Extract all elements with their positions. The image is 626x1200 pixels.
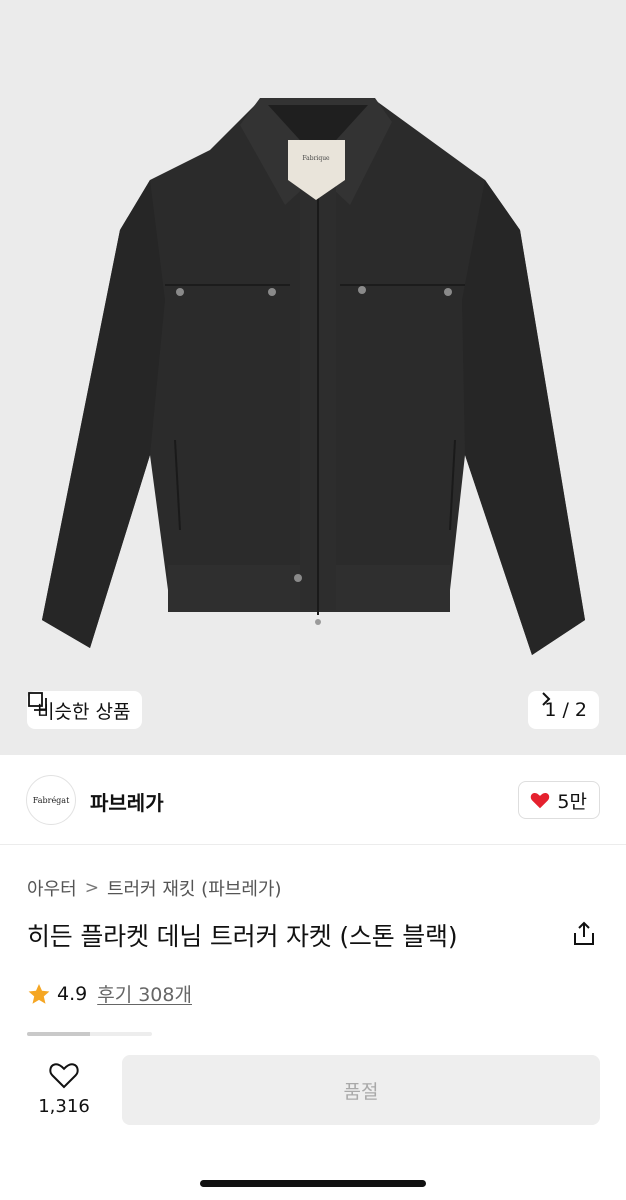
brand-like-count: 5만	[557, 790, 587, 813]
wishlist-count: 1,316	[38, 1096, 90, 1117]
rating-row: 4.9 후기 308개	[27, 980, 192, 1007]
breadcrumb-item-subcategory[interactable]: 트러커 재킷 (파브레가)	[107, 875, 282, 901]
brand-logo[interactable]: Fabrégat	[26, 775, 76, 825]
product-image-carousel[interactable]: Fabrique 비슷한 상품 1 / 2	[0, 0, 626, 755]
image-progress-fill	[27, 1032, 90, 1036]
rating-score: 4.9	[57, 982, 88, 1005]
brand-name[interactable]: 파브레가	[90, 787, 164, 816]
pager-separator: /	[562, 699, 569, 721]
reviews-link[interactable]: 후기 308개	[97, 980, 192, 1007]
home-indicator	[200, 1180, 426, 1187]
similar-products-button[interactable]: 비슷한 상품	[27, 691, 143, 729]
chevron-right-icon: >	[84, 878, 99, 898]
brand-row: Fabrégat 파브레가 5만	[0, 755, 626, 845]
wishlist-button[interactable]: 1,316	[26, 1058, 102, 1117]
heart-filled-icon	[531, 792, 550, 809]
image-progress-bar	[27, 1032, 152, 1036]
chevron-right-icon	[542, 692, 551, 706]
svg-text:Fabrique: Fabrique	[302, 155, 330, 162]
share-icon[interactable]	[570, 920, 598, 948]
breadcrumb: 아우터 > 트러커 재킷 (파브레가)	[27, 875, 281, 901]
image-pager-button[interactable]: 1 / 2	[528, 691, 599, 729]
copy-icon	[28, 692, 47, 711]
heart-outline-icon	[49, 1063, 79, 1089]
breadcrumb-item-category[interactable]: 아우터	[27, 875, 77, 901]
star-icon	[28, 983, 50, 1004]
brand-logo-text: Fabrégat	[32, 795, 70, 805]
similar-products-label: 비슷한 상품	[37, 700, 131, 723]
product-image: Fabrique	[42, 98, 585, 655]
pager-total: 2	[574, 699, 587, 721]
product-title: 히든 플라켓 데님 트러커 자켓 (스톤 블랙)	[27, 922, 458, 951]
bottom-action-bar: 1,316 품절	[0, 1040, 626, 1200]
brand-like-button[interactable]: 5만	[518, 781, 600, 819]
sold-out-button: 품절	[122, 1055, 600, 1125]
